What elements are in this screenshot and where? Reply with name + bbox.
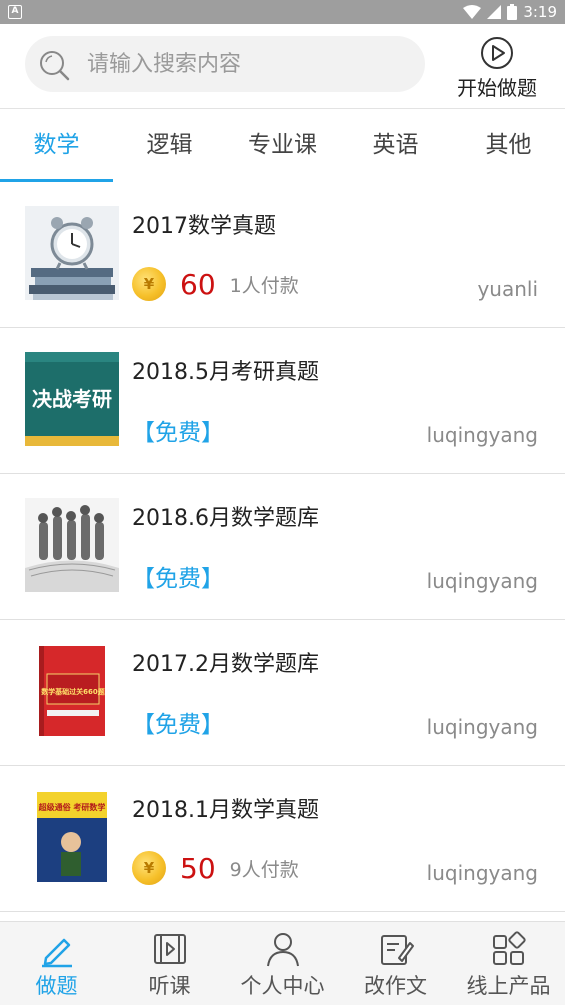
pencil-icon [41, 938, 72, 968]
battery-icon [507, 4, 518, 20]
list-item[interactable]: 决战考研 2018.5月考研真题 【免费】 luqingyang [0, 328, 565, 474]
search-icon [40, 51, 70, 81]
item-author: luqingyang [426, 861, 538, 885]
list-item[interactable]: 数学基础过关660题 2017.2月数学题库 【免费】 luqingyang [0, 620, 565, 766]
start-quiz-button[interactable]: 开始做题 [447, 36, 547, 100]
book-cover-text: 超级通俗 考研数学 [38, 802, 106, 812]
edit-document-icon [380, 935, 414, 965]
nav-label: 听课 [148, 974, 191, 998]
tab-math[interactable]: 数学 [0, 110, 113, 182]
nav-label: 线上产品 [466, 974, 551, 998]
item-meta: ¥ 50 9人付款 [132, 850, 299, 886]
item-free-badge: 【免费】 [132, 566, 224, 592]
item-meta: 【免费】 [132, 558, 224, 594]
list-item[interactable]: 2017数学真题 ¥ 60 1人付款 yuanli [0, 182, 565, 328]
person-icon [266, 933, 299, 967]
nav-do-questions[interactable]: 做题 [0, 922, 113, 1005]
item-title: 2017.2月数学题库 [132, 652, 319, 677]
nav-label: 做题 [35, 974, 78, 998]
nav-label: 改作文 [364, 974, 427, 998]
item-meta: 【免费】 [132, 704, 224, 740]
nav-profile[interactable]: 个人中心 [226, 922, 339, 1005]
coin-icon: ¥ [132, 851, 166, 885]
item-thumbnail-red-book: 数学基础过关660题 [25, 644, 119, 738]
item-meta: 【免费】 [132, 412, 224, 448]
nav-lessons[interactable]: 听课 [113, 922, 226, 1005]
item-author: yuanli [477, 277, 538, 301]
item-thumbnail-poster: 决战考研 [25, 352, 119, 446]
status-bar: A 3:19 [0, 0, 565, 24]
item-paid-count: 9人付款 [229, 858, 299, 881]
list-item[interactable]: 2018.6月数学题库 【免费】 luqingyang [0, 474, 565, 620]
nav-online-products[interactable]: 线上产品 [452, 922, 565, 1005]
status-time: 3:19 [523, 3, 557, 21]
item-thumbnail-people-book [25, 498, 119, 592]
item-title: 2018.1月数学真题 [132, 798, 319, 823]
apps-grid-icon [492, 931, 526, 965]
status-icons: 3:19 [463, 2, 557, 22]
coin-icon: ¥ [132, 267, 166, 301]
item-title: 2018.5月考研真题 [132, 360, 319, 385]
item-paid-count: 1人付款 [229, 274, 299, 297]
nav-label: 个人中心 [240, 974, 325, 998]
signal-icon [487, 5, 502, 19]
search-input[interactable] [87, 44, 407, 84]
item-title: 2017数学真题 [132, 214, 276, 239]
bottom-nav: 做题 听课 个人中心 改作文 线上产品 [0, 921, 565, 1005]
item-price: 60 [180, 267, 216, 301]
item-free-badge: 【免费】 [132, 420, 224, 446]
nav-essay[interactable]: 改作文 [339, 922, 452, 1005]
play-circle-icon [481, 37, 513, 69]
item-price: 50 [180, 851, 216, 885]
poster-text: 决战考研 [32, 387, 112, 411]
item-free-badge: 【免费】 [132, 712, 224, 738]
list-item[interactable]: 超级通俗 考研数学 2018.1月数学真题 ¥ 50 9人付款 luqingya… [0, 766, 565, 912]
book-cover-text: 数学基础过关660题 [41, 687, 106, 696]
notification-icon: A [8, 5, 22, 19]
item-thumbnail-clock-books [25, 206, 119, 300]
item-author: luqingyang [426, 569, 538, 593]
item-title: 2018.6月数学题库 [132, 506, 319, 531]
wifi-icon [463, 5, 482, 19]
item-author: luqingyang [426, 423, 538, 447]
search-box[interactable] [25, 36, 425, 92]
tab-logic[interactable]: 逻辑 [113, 110, 226, 182]
category-tabs: 数学 逻辑 专业课 英语 其他 [0, 110, 565, 182]
item-author: luqingyang [426, 715, 538, 739]
item-thumbnail-blue-book: 超级通俗 考研数学 [25, 790, 119, 884]
tab-other[interactable]: 其他 [452, 110, 565, 182]
start-quiz-label: 开始做题 [457, 76, 537, 100]
tab-major[interactable]: 专业课 [226, 110, 339, 182]
question-bank-list: 2017数学真题 ¥ 60 1人付款 yuanli 决战考研 2018.5月考研… [0, 182, 565, 912]
tab-english[interactable]: 英语 [339, 110, 452, 182]
item-meta: ¥ 60 1人付款 [132, 266, 299, 302]
header: 开始做题 [0, 24, 565, 109]
video-icon [153, 934, 186, 964]
